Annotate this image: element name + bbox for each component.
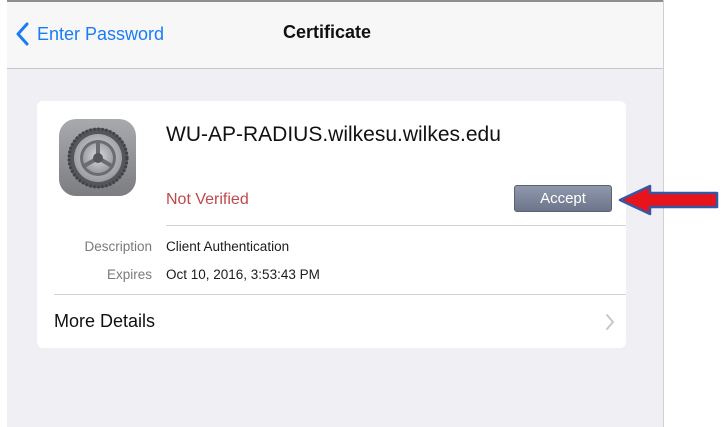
red-arrow-icon [617, 183, 720, 217]
more-details-label: More Details [54, 311, 156, 331]
settings-gear-icon [59, 119, 136, 196]
expires-value: Oct 10, 2016, 3:53:43 PM [166, 267, 320, 282]
navigation-bar: Enter Password Certificate [7, 2, 663, 69]
device-screen: Enter Password Certificate WU-AP-RADIUS.… [7, 0, 663, 427]
expires-label: Expires [106, 267, 152, 282]
divider [166, 225, 626, 226]
more-details-row[interactable]: More Details [37, 295, 626, 348]
certificate-card: WU-AP-RADIUS.wilkesu.wilkes.edu Not Veri… [37, 101, 626, 348]
verification-status: Not Verified [166, 191, 249, 208]
accept-button[interactable]: Accept [514, 185, 612, 212]
description-label: Description [84, 239, 152, 254]
back-button-label: Enter Password [37, 23, 165, 44]
page-title: Certificate [283, 22, 372, 42]
chevron-left-icon [11, 20, 33, 48]
chevron-right-icon [605, 313, 615, 331]
certificate-name: WU-AP-RADIUS.wilkesu.wilkes.edu [166, 123, 501, 146]
back-button[interactable]: Enter Password [11, 20, 164, 48]
description-value: Client Authentication [166, 239, 290, 254]
